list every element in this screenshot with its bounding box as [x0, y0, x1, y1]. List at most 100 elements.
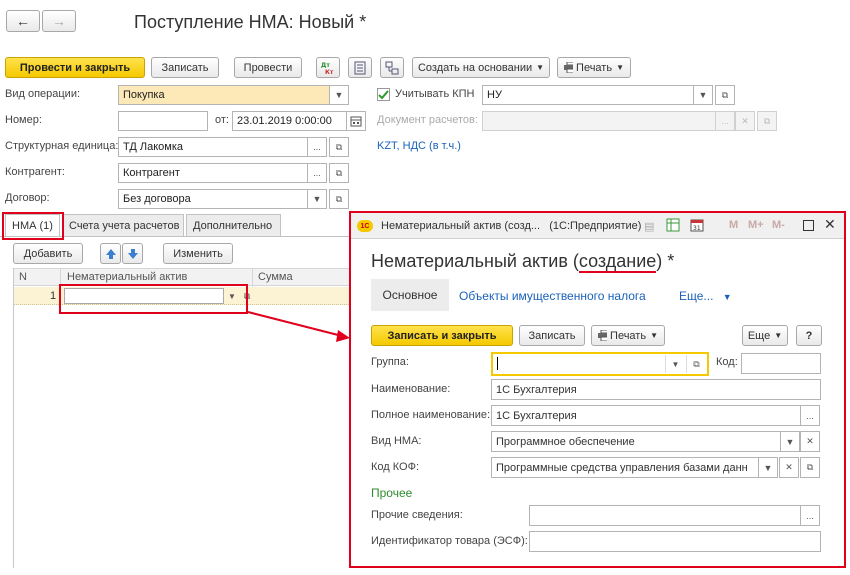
other-info-expand-button[interactable]: ... [800, 505, 820, 526]
kpn-label: Учитывать КПН [395, 88, 475, 100]
kof-select[interactable]: Программные средства управления базами д… [491, 457, 759, 478]
back-button[interactable]: ← [6, 10, 40, 32]
forward-button[interactable]: → [42, 10, 76, 32]
svg-text:31: 31 [693, 225, 701, 232]
counterparty-label: Контрагент: [5, 166, 65, 178]
save-and-close-button[interactable]: Записать и закрыть [371, 325, 513, 346]
kof-label: Код КОФ: [371, 461, 420, 473]
arrow-up-icon [105, 248, 116, 259]
memory-minus-button[interactable]: M- [772, 219, 785, 231]
edit-row-button[interactable]: Изменить [163, 243, 233, 264]
number-input[interactable] [118, 111, 208, 131]
number-label: Номер: [5, 114, 42, 126]
save-button[interactable]: Записать [151, 57, 219, 78]
calendar-button[interactable] [346, 111, 366, 131]
memory-plus-button[interactable]: M+ [748, 219, 764, 231]
post-button[interactable]: Провести [234, 57, 302, 78]
code-input[interactable] [741, 353, 821, 374]
struct-unit-label: Структурная единица: [5, 140, 119, 152]
dialog-print-button[interactable]: Печать ▼ [591, 325, 665, 346]
kind-dropdown[interactable]: ▼ [780, 431, 800, 452]
open-icon: ⧉ [335, 167, 343, 178]
struct-unit-select-button[interactable]: ... [307, 137, 327, 157]
column-header-asset[interactable]: Нематериальный актив [67, 271, 187, 283]
struct-unit-open-button[interactable]: ⧉ [329, 137, 349, 157]
dialog-tab-more-label: Еще... [679, 289, 714, 303]
help-button[interactable]: ? [796, 325, 822, 346]
cursor-caret [497, 357, 498, 370]
open-icon: ⧉ [763, 115, 771, 126]
fullname-input[interactable]: 1С Бухгалтерия [491, 405, 801, 426]
dialog-title-mode: создание [578, 251, 657, 273]
dialog-tab-property-tax[interactable]: Объекты имущественного налога [459, 289, 646, 303]
counterparty-open-button[interactable]: ⧉ [329, 163, 349, 183]
column-header-sum[interactable]: Сумма [258, 271, 293, 283]
chevron-down-icon: ▼ [334, 90, 344, 100]
close-icon[interactable]: ✕ [824, 216, 836, 233]
dialog-more-button[interactable]: Еще ▼ [742, 325, 788, 346]
contract-open-button[interactable]: ⧉ [329, 189, 349, 209]
add-row-button[interactable]: Добавить [13, 243, 83, 264]
move-up-button[interactable] [100, 243, 121, 264]
kind-select[interactable]: Программное обеспечение [491, 431, 781, 452]
open-icon: ⧉ [693, 358, 700, 369]
dialog-tab-more[interactable]: Еще... ▼ [679, 289, 732, 303]
contract-select[interactable]: Без договора [118, 189, 308, 209]
chevron-down-icon: ▼ [763, 462, 773, 473]
kpn-select[interactable]: НУ [482, 85, 694, 105]
contract-label: Договор: [5, 192, 50, 204]
chevron-down-icon: ▼ [616, 63, 624, 72]
other-info-label: Прочие сведения: [371, 509, 463, 521]
print-button[interactable]: Печать ▼ [557, 57, 631, 78]
fullname-expand-button[interactable]: ... [800, 405, 820, 426]
payment-doc-label: Документ расчетов: [377, 114, 478, 126]
group-label: Группа: [371, 356, 409, 368]
open-icon: ⧉ [335, 193, 343, 204]
structure-icon[interactable] [380, 57, 404, 78]
kpn-dropdown[interactable]: ▼ [693, 85, 713, 105]
esf-input[interactable] [529, 531, 821, 552]
column-header-n[interactable]: N [19, 271, 27, 283]
calendar-icon[interactable]: 31 [690, 218, 704, 235]
group-open-button[interactable]: ⧉ [686, 355, 706, 373]
operation-select[interactable]: Покупка [118, 85, 330, 105]
table-icon[interactable] [666, 218, 680, 235]
dialog-save-button[interactable]: Записать [519, 325, 585, 346]
dialog-tab-main[interactable]: Основное [371, 279, 449, 311]
kpn-checkbox[interactable] [377, 88, 390, 101]
kof-clear-button[interactable]: ✕ [779, 457, 799, 478]
payment-doc-select-button: ... [715, 111, 735, 131]
row-number: 1 [50, 290, 57, 302]
post-and-close-button[interactable]: Провести и закрыть [5, 57, 145, 78]
date-input[interactable]: 23.01.2019 0:00:00 [232, 111, 347, 131]
page-title: Поступление НМА: Новый * [134, 12, 367, 32]
operation-dropdown[interactable]: ▼ [329, 85, 349, 105]
kof-dropdown[interactable]: ▼ [758, 457, 778, 478]
kpn-open-button[interactable]: ⧉ [715, 85, 735, 105]
list-icon[interactable] [348, 57, 372, 78]
printer-icon [598, 330, 608, 341]
dt-kt-icon[interactable]: Дт Кт [316, 57, 340, 78]
move-down-button[interactable] [122, 243, 143, 264]
tab-payment-accounts[interactable]: Счета учета расчетов [62, 214, 184, 236]
print-label: Печать [576, 61, 613, 74]
kind-clear-button[interactable]: ✕ [800, 431, 820, 452]
counterparty-input[interactable]: Контрагент [118, 163, 308, 183]
tab-additional[interactable]: Дополнительно [186, 214, 281, 236]
other-info-input[interactable] [529, 505, 801, 526]
chevron-down-icon: ▼ [698, 90, 708, 100]
contract-dropdown[interactable]: ▼ [307, 189, 327, 209]
counterparty-select-button[interactable]: ... [307, 163, 327, 183]
dialog-title: Нематериальный актив (создание) * [371, 251, 674, 273]
group-dropdown[interactable]: ▼ [665, 355, 685, 373]
annotation-arrow [247, 311, 350, 342]
dialog-print-label: Печать [610, 329, 647, 342]
create-based-on-button[interactable]: Создать на основании ▼ [412, 57, 550, 78]
maximize-icon[interactable] [803, 220, 814, 231]
print-icon[interactable]: ▤ [644, 220, 658, 233]
currency-link[interactable]: KZT, НДС (в т.ч.) [377, 140, 461, 152]
struct-unit-input[interactable]: ТД Лакомка [118, 137, 308, 157]
kof-open-button[interactable]: ⧉ [800, 457, 820, 478]
memory-m-button[interactable]: M [729, 219, 738, 231]
name-input[interactable]: 1С Бухгалтерия [491, 379, 821, 400]
